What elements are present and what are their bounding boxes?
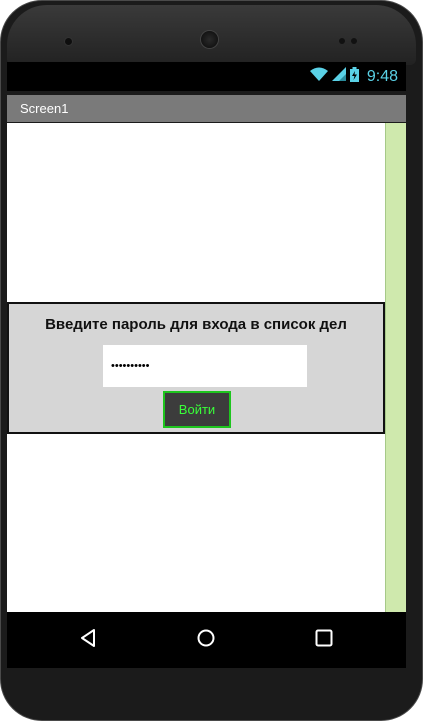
back-button[interactable] [58,612,118,668]
login-panel: Введите пароль для входа в список дел ••… [7,302,385,434]
wifi-icon [309,67,328,86]
signal-icon [331,67,346,86]
password-prompt: Введите пароль для входа в список дел [45,316,347,333]
battery-icon [349,66,359,87]
login-button[interactable]: Войти [163,391,231,428]
light-sensor [351,38,357,44]
status-icons: 9:48 [309,62,398,91]
recents-icon [315,629,333,652]
app-title-bar: Screen1 [7,95,406,122]
proximity-sensor [339,38,345,44]
recents-button[interactable] [294,612,354,668]
back-icon [80,628,96,652]
status-clock: 9:48 [366,67,398,85]
side-strip [385,123,406,612]
home-button[interactable] [176,612,236,668]
front-camera [65,38,72,45]
password-field[interactable]: •••••••••• [103,345,307,387]
screen-title: Screen1 [20,101,69,116]
status-bar: 9:48 [7,62,406,91]
earpiece-speaker [201,31,218,48]
home-icon [197,629,215,652]
nav-bar [7,612,406,668]
